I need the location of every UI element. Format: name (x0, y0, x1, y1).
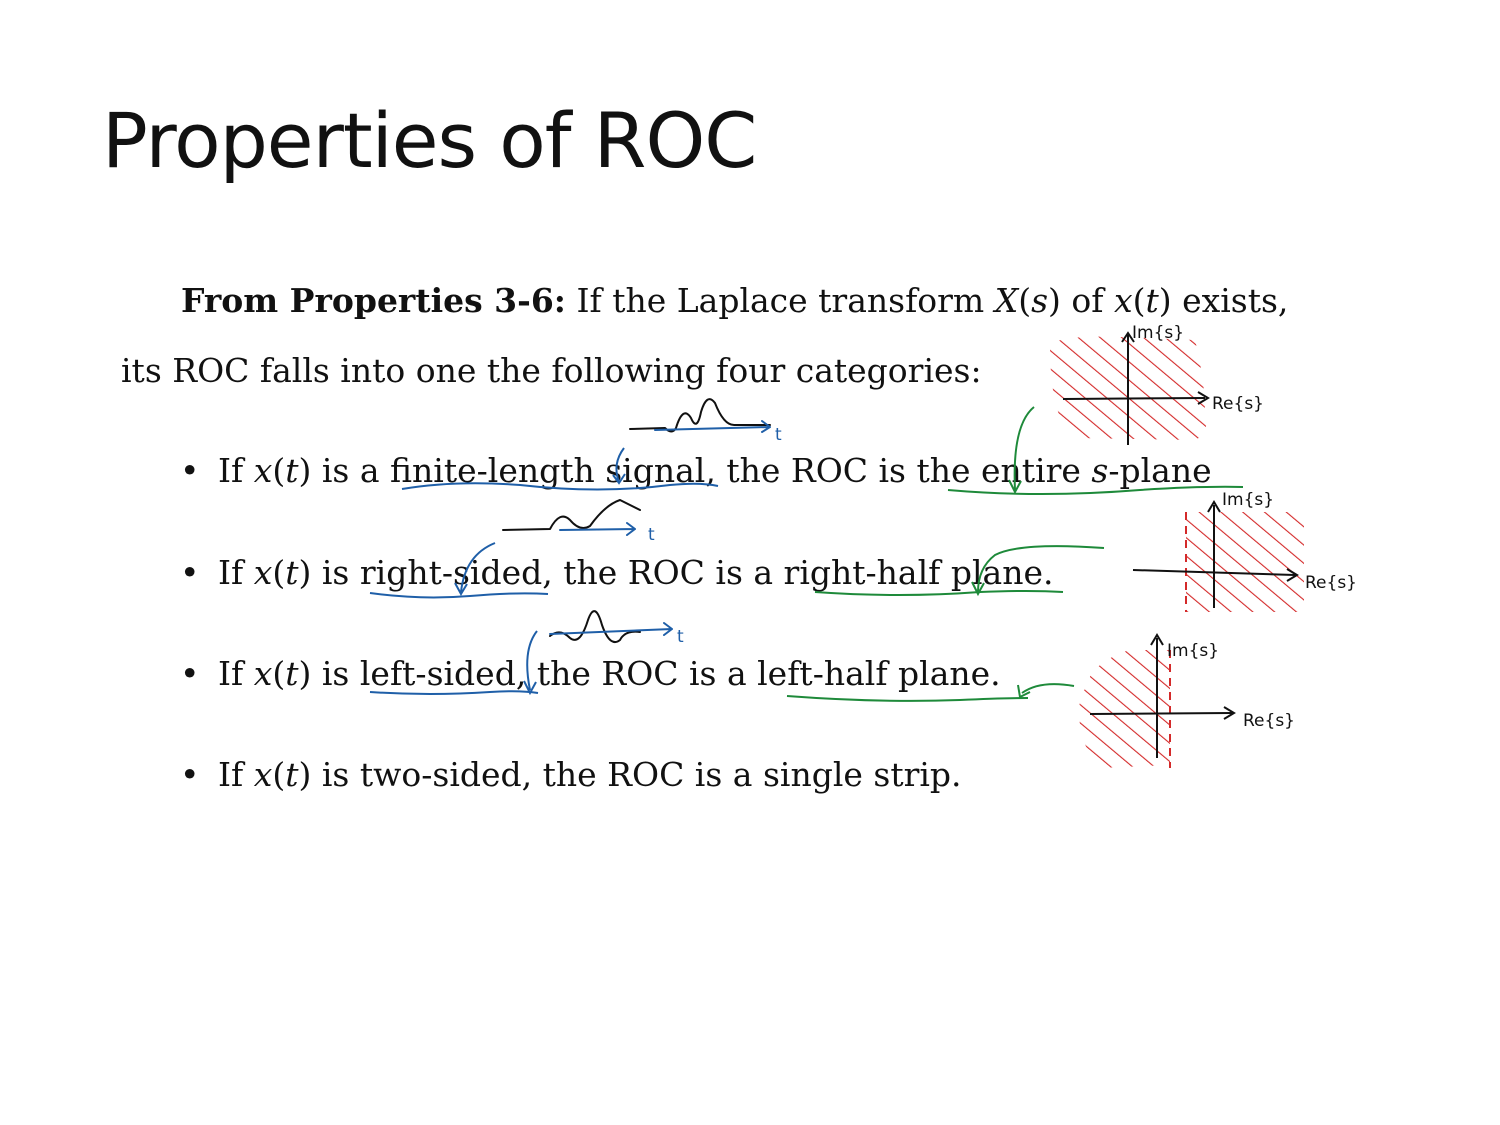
bullet-text: is left-sided, the ROC is a left-half pl… (311, 654, 1001, 693)
entire-s-plane-diagram: Im{s} Re{s} (1050, 323, 1264, 445)
math-t: t (285, 451, 299, 490)
math-t: t (285, 654, 299, 693)
slide-title: Properties of ROC (102, 96, 757, 185)
intro-text-a: If the Laplace transform (565, 281, 995, 320)
intro-line-2: its ROC falls into one the following fou… (121, 351, 982, 390)
t-axis-label: t (648, 525, 655, 545)
im-axis-label: Im{s} (1167, 641, 1219, 661)
left-half-underline (786, 695, 1029, 702)
bullet-text: If (218, 755, 254, 794)
math-x: x (1113, 281, 1133, 320)
math-s: s (1091, 451, 1109, 490)
bullet-text: -plane (1108, 451, 1212, 490)
re-axis-label: Re{s} (1305, 573, 1357, 593)
math-t: t (285, 755, 299, 794)
math-X: X (994, 281, 1019, 320)
bullet-text: is two-sided, the ROC is a single strip. (311, 755, 962, 794)
im-axis-label: Im{s} (1222, 490, 1274, 510)
math-t: t (285, 553, 299, 592)
bullet-dot: • (180, 654, 200, 693)
bullet-finite-length: • If x(t) is a finite-length signal, the … (180, 451, 1212, 490)
math-x: x (253, 553, 273, 592)
re-axis-label: Re{s} (1243, 711, 1295, 731)
t-axis-label: t (775, 425, 782, 445)
intro-bold-label: From Properties 3-6: (181, 281, 566, 320)
intro-line-1: From Properties 3-6: If the Laplace tran… (181, 281, 1289, 320)
im-axis-label: Im{s} (1132, 323, 1184, 343)
finite-signal-sketch: t (629, 398, 782, 445)
right-sided-signal-sketch: t (502, 499, 655, 545)
bullet-text: is a finite-length signal, the ROC is th… (311, 451, 1092, 490)
right-sided-underline (369, 592, 549, 599)
bullet-text: If (218, 654, 254, 693)
bullet-right-sided: • If x(t) is right-sided, the ROC is a ri… (180, 553, 1054, 592)
bullet-text: If (218, 451, 254, 490)
math-t: t (1145, 281, 1159, 320)
bullet-dot: • (180, 755, 200, 794)
left-half-plane-diagram: Im{s} Re{s} (1079, 633, 1295, 768)
intro-text-b: of (1060, 281, 1114, 320)
bullet-dot: • (180, 553, 200, 592)
math-x: x (253, 755, 273, 794)
bullet-dot: • (180, 451, 200, 490)
right-half-plane-diagram: Im{s} Re{s} (1132, 490, 1357, 612)
re-axis-label: Re{s} (1212, 394, 1264, 414)
t-axis-label: t (677, 627, 684, 647)
math-x: x (253, 451, 273, 490)
bullet-left-sided: • If x(t) is left-sided, the ROC is a lef… (180, 654, 1001, 693)
math-s: s (1031, 281, 1049, 320)
bullet-two-sided: • If x(t) is two-sided, the ROC is a sing… (180, 755, 962, 794)
math-x: x (253, 654, 273, 693)
intro-text-c: exists, (1171, 281, 1289, 320)
left-sided-signal-sketch: t (549, 610, 684, 647)
bullet-text: If (218, 553, 254, 592)
bullet-text: is right-sided, the ROC is a right-half … (311, 553, 1054, 592)
left-half-arrow (1017, 683, 1075, 699)
